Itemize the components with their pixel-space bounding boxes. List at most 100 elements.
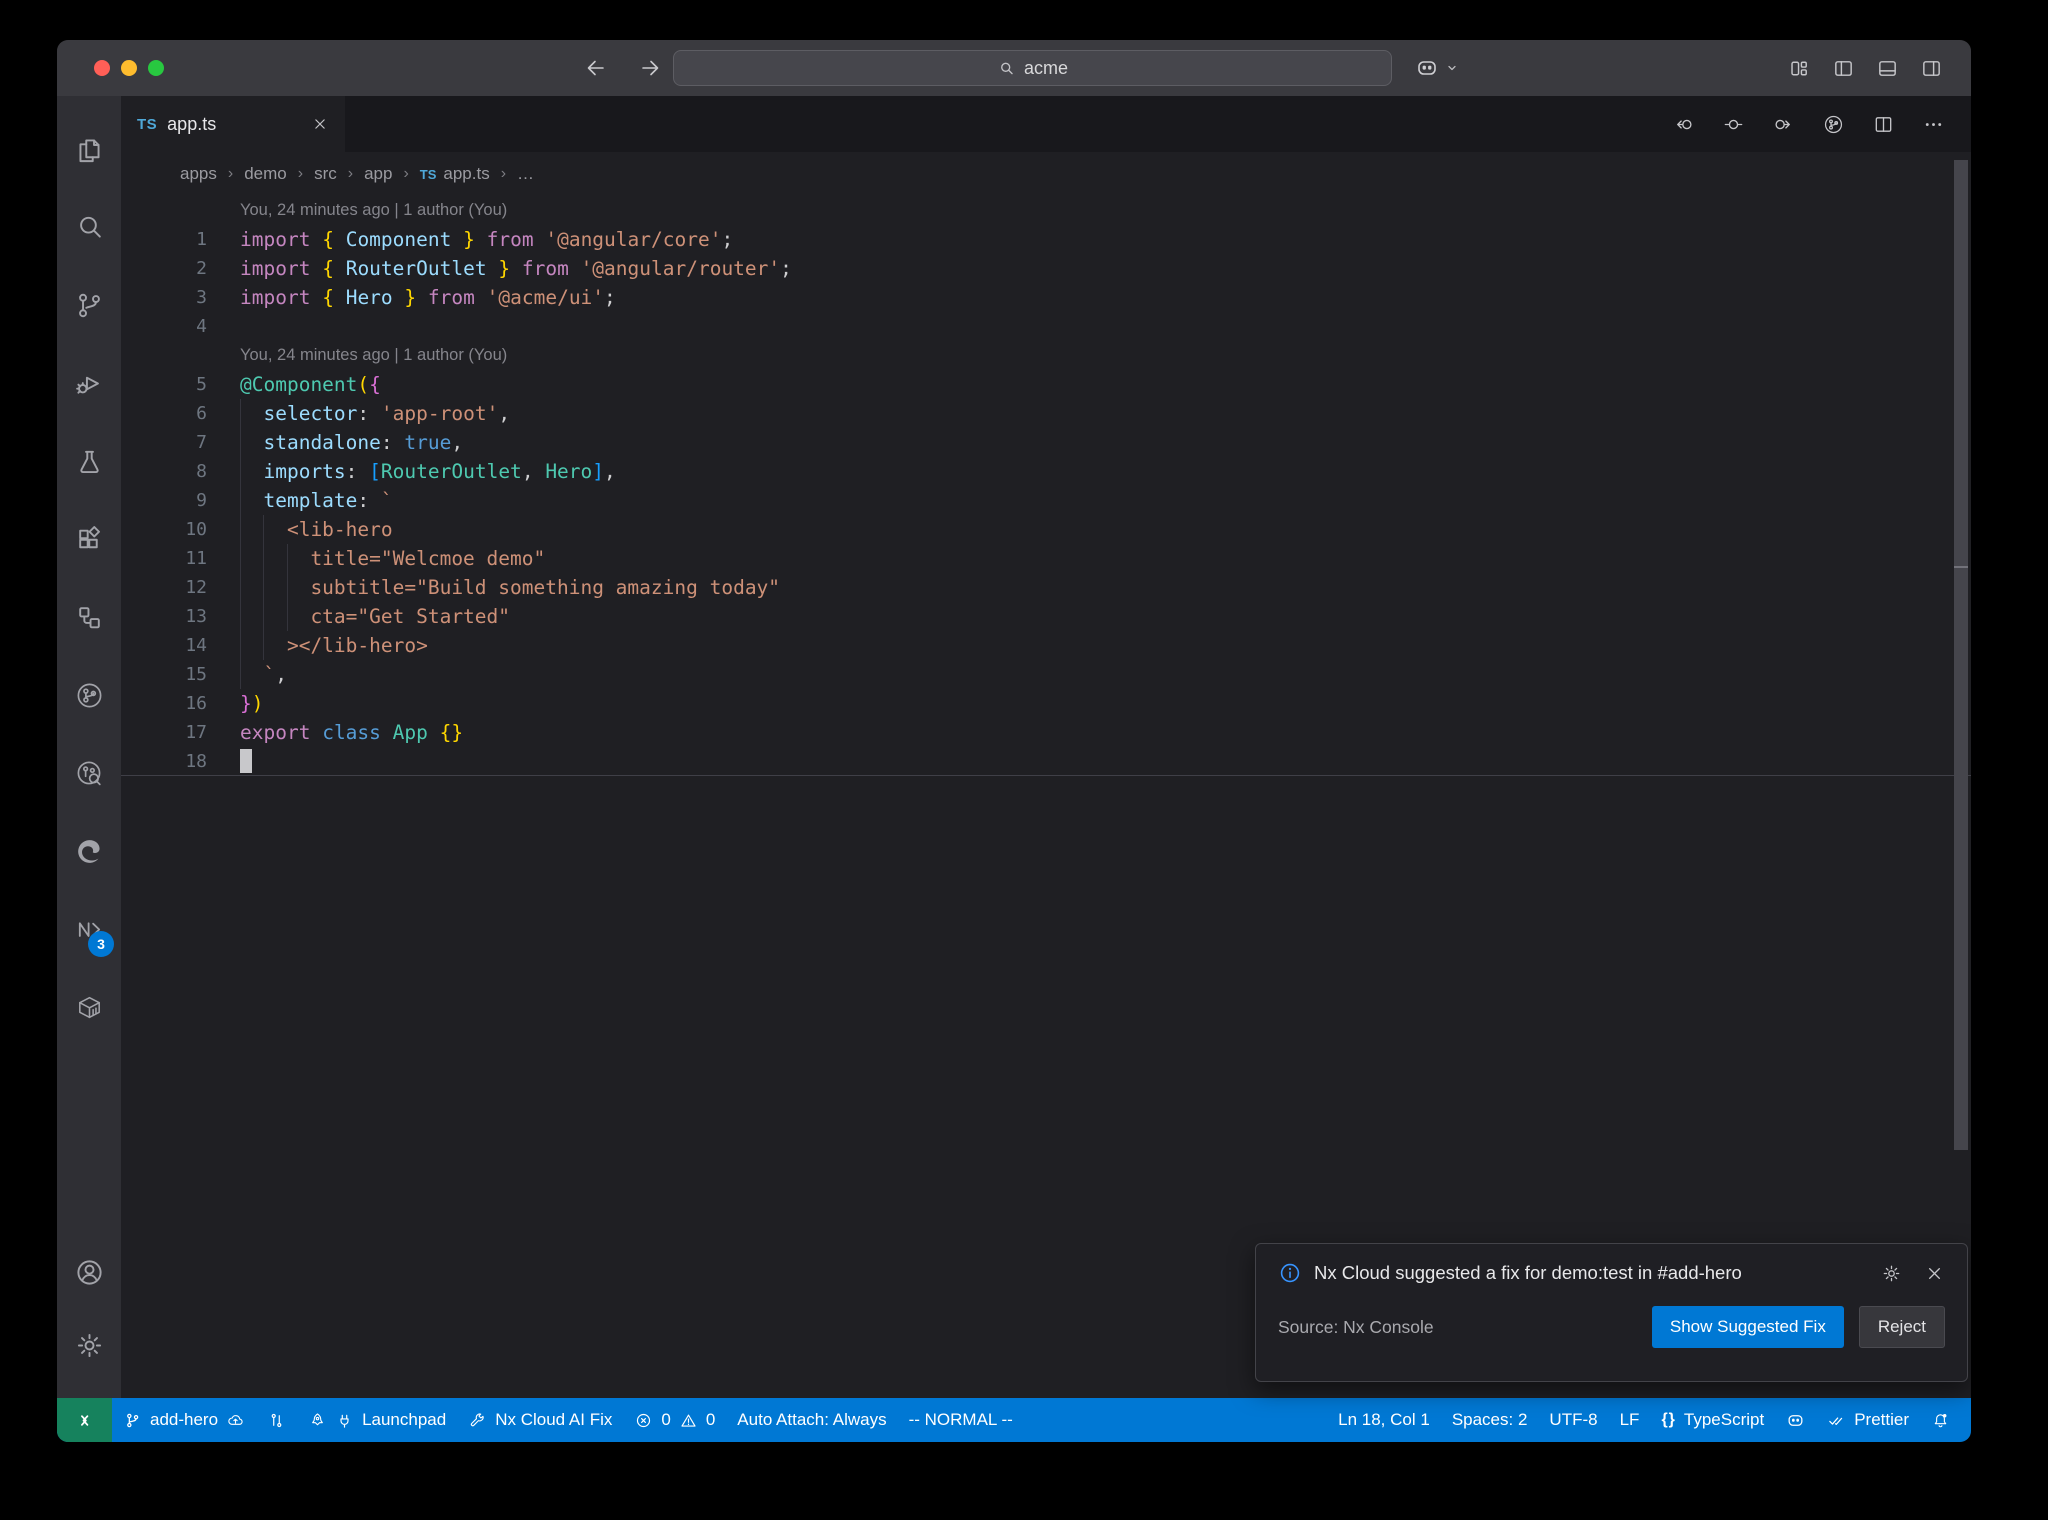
status-item-remote-indicator[interactable] (57, 1398, 112, 1442)
gitlens-icon (74, 680, 105, 711)
code-line-11[interactable]: 11 title="Welcmoe demo" (121, 544, 1971, 573)
notification-settings-icon[interactable] (1881, 1263, 1902, 1284)
code-line-10[interactable]: 10 <lib-hero (121, 515, 1971, 544)
account-icon (74, 1257, 105, 1288)
close-tab-icon[interactable] (311, 115, 329, 133)
copilot-menu[interactable] (1415, 56, 1461, 80)
nav-back-icon[interactable] (1672, 113, 1695, 136)
zoom-window-button[interactable] (148, 60, 164, 76)
status-item-auto-attach[interactable]: Auto Attach: Always (726, 1398, 897, 1442)
code-line-8[interactable]: 8 imports: [RouterOutlet, Hero], (121, 457, 1971, 486)
code-line-16[interactable]: 16}) (121, 689, 1971, 718)
line-number: 6 (196, 403, 207, 424)
search-icon (997, 59, 1016, 78)
status-item-problems[interactable]: 00 (623, 1398, 726, 1442)
command-center-search[interactable]: acme (673, 50, 1392, 86)
code-line-12[interactable]: 12 subtitle="Build something amazing tod… (121, 573, 1971, 602)
status-item-prettier[interactable]: Prettier (1816, 1398, 1920, 1442)
gitlens-graph-icon[interactable] (1822, 113, 1845, 136)
code-area[interactable]: You, 24 minutes ago | 1 author (You) 1 imp… (121, 196, 1971, 1398)
code-line-2[interactable]: 2 import { RouterOutlet } from '@angular/… (121, 254, 1971, 283)
minimize-window-button[interactable] (121, 60, 137, 76)
status-item-launchpad[interactable]: Launchpad (297, 1398, 457, 1442)
status-item-copilot-status[interactable] (1775, 1398, 1816, 1442)
nav-forward-icon[interactable] (1772, 113, 1795, 136)
codelens-blame[interactable]: You, 24 minutes ago | 1 author (You) (121, 196, 1971, 225)
breadcrumb-separator: › (500, 165, 507, 182)
breadcrumb-item[interactable]: apps (180, 164, 217, 184)
code-line-17[interactable]: 17 export class App {} (121, 718, 1971, 747)
activity-item-source-control[interactable] (57, 266, 121, 344)
status-item-nx-cloud-ai-fix[interactable]: Nx Cloud AI Fix (457, 1398, 623, 1442)
status-item-eol[interactable]: LF (1609, 1398, 1651, 1442)
activity-item-run-debug[interactable] (57, 344, 121, 422)
status-item-cursor-position[interactable]: Ln 18, Col 1 (1327, 1398, 1441, 1442)
nav-forward-icon[interactable] (638, 56, 662, 80)
more-actions-icon[interactable] (1922, 113, 1945, 136)
code-line-9[interactable]: 9 template: ` (121, 486, 1971, 515)
activity-item-gitlens-inspect[interactable] (57, 734, 121, 812)
status-label: TypeScript (1683, 1410, 1765, 1429)
status-item-notifications[interactable] (1920, 1398, 1961, 1442)
code-line-3[interactable]: 3 import { Hero } from '@acme/ui'; (121, 283, 1971, 312)
tab-app-ts[interactable]: TS app.ts (121, 96, 345, 152)
activity-item-search[interactable] (57, 188, 121, 266)
activity-bar-top: 3 (57, 110, 121, 1046)
breadcrumb-item[interactable]: demo (244, 164, 287, 184)
activity-item-gitlens[interactable] (57, 656, 121, 734)
notification-toast: Nx Cloud suggested a fix for demo:test i… (1255, 1243, 1968, 1382)
breadcrumb-separator: › (347, 165, 354, 182)
split-editor-icon[interactable] (1872, 113, 1895, 136)
show-suggested-fix-button[interactable]: Show Suggested Fix (1651, 1306, 1844, 1348)
toggle-primary-sidebar-icon[interactable] (1832, 57, 1855, 80)
status-item-vim-mode[interactable]: -- NORMAL -- (898, 1398, 1024, 1442)
code-line-14[interactable]: 14 ></lib-hero> (121, 631, 1971, 660)
breadcrumb-item[interactable]: src (314, 164, 337, 184)
code-line-7[interactable]: 7 standalone: true, (121, 428, 1971, 457)
activity-item-explorer[interactable] (57, 110, 121, 188)
code-line-6[interactable]: 6 selector: 'app-root', (121, 399, 1971, 428)
code-line-4[interactable]: 4 (121, 312, 1971, 341)
customize-layout-icon[interactable] (1788, 57, 1811, 80)
nav-back-icon[interactable] (584, 56, 608, 80)
status-item-indentation[interactable]: Spaces: 2 (1441, 1398, 1539, 1442)
code-line-18[interactable]: 18 (121, 747, 1971, 776)
code-line-13[interactable]: 13 cta="Get Started" (121, 602, 1971, 631)
status-item-git-branch[interactable]: add-hero (112, 1398, 256, 1442)
status-label: Launchpad (362, 1410, 447, 1429)
notification-close-icon[interactable] (1924, 1263, 1945, 1284)
close-window-button[interactable] (94, 60, 110, 76)
breadcrumb-item[interactable]: app (364, 164, 392, 184)
toggle-secondary-sidebar-icon[interactable] (1920, 57, 1943, 80)
activity-item-custom-view[interactable] (57, 578, 121, 656)
code-line-15[interactable]: 15 `, (121, 660, 1971, 689)
reject-button[interactable]: Reject (1858, 1306, 1945, 1348)
activity-item-accounts[interactable] (57, 1236, 121, 1309)
code-line-1[interactable]: 1 import { Component } from '@angular/cor… (121, 225, 1971, 254)
toggle-panel-icon[interactable] (1876, 57, 1899, 80)
timeline-icon[interactable] (1722, 113, 1745, 136)
status-label: Spaces: 2 (1451, 1410, 1528, 1429)
activity-item-testing[interactable] (57, 422, 121, 500)
line-number: 18 (185, 750, 207, 772)
activity-item-settings[interactable] (57, 1309, 121, 1382)
status-item-encoding[interactable]: UTF-8 (1538, 1398, 1608, 1442)
scrollbar-thumb[interactable] (1954, 160, 1968, 1150)
line-number: 7 (196, 432, 207, 453)
gear-icon (74, 1330, 105, 1361)
codelens-blame[interactable]: You, 24 minutes ago | 1 author (You) (121, 341, 1971, 370)
breadcrumb-item[interactable]: … (517, 164, 534, 184)
activity-item-edge-tools[interactable] (57, 812, 121, 890)
search-value: acme (1023, 57, 1068, 78)
debug-icon (74, 368, 105, 399)
activity-bar-bottom (57, 1236, 121, 1398)
activity-item-extensions[interactable] (57, 500, 121, 578)
code-line-5[interactable]: 5 @Component({ (121, 370, 1971, 399)
status-item-language-mode[interactable]: {} TypeScript (1650, 1398, 1775, 1442)
double-check-icon (1827, 1411, 1846, 1430)
breadcrumb-item[interactable]: TS app.ts (420, 164, 490, 184)
line-number: 3 (196, 287, 207, 308)
activity-item-nx-console[interactable]: 3 (57, 890, 121, 968)
activity-item-containers[interactable] (57, 968, 121, 1046)
status-item-gitlens-compare[interactable] (256, 1398, 297, 1442)
